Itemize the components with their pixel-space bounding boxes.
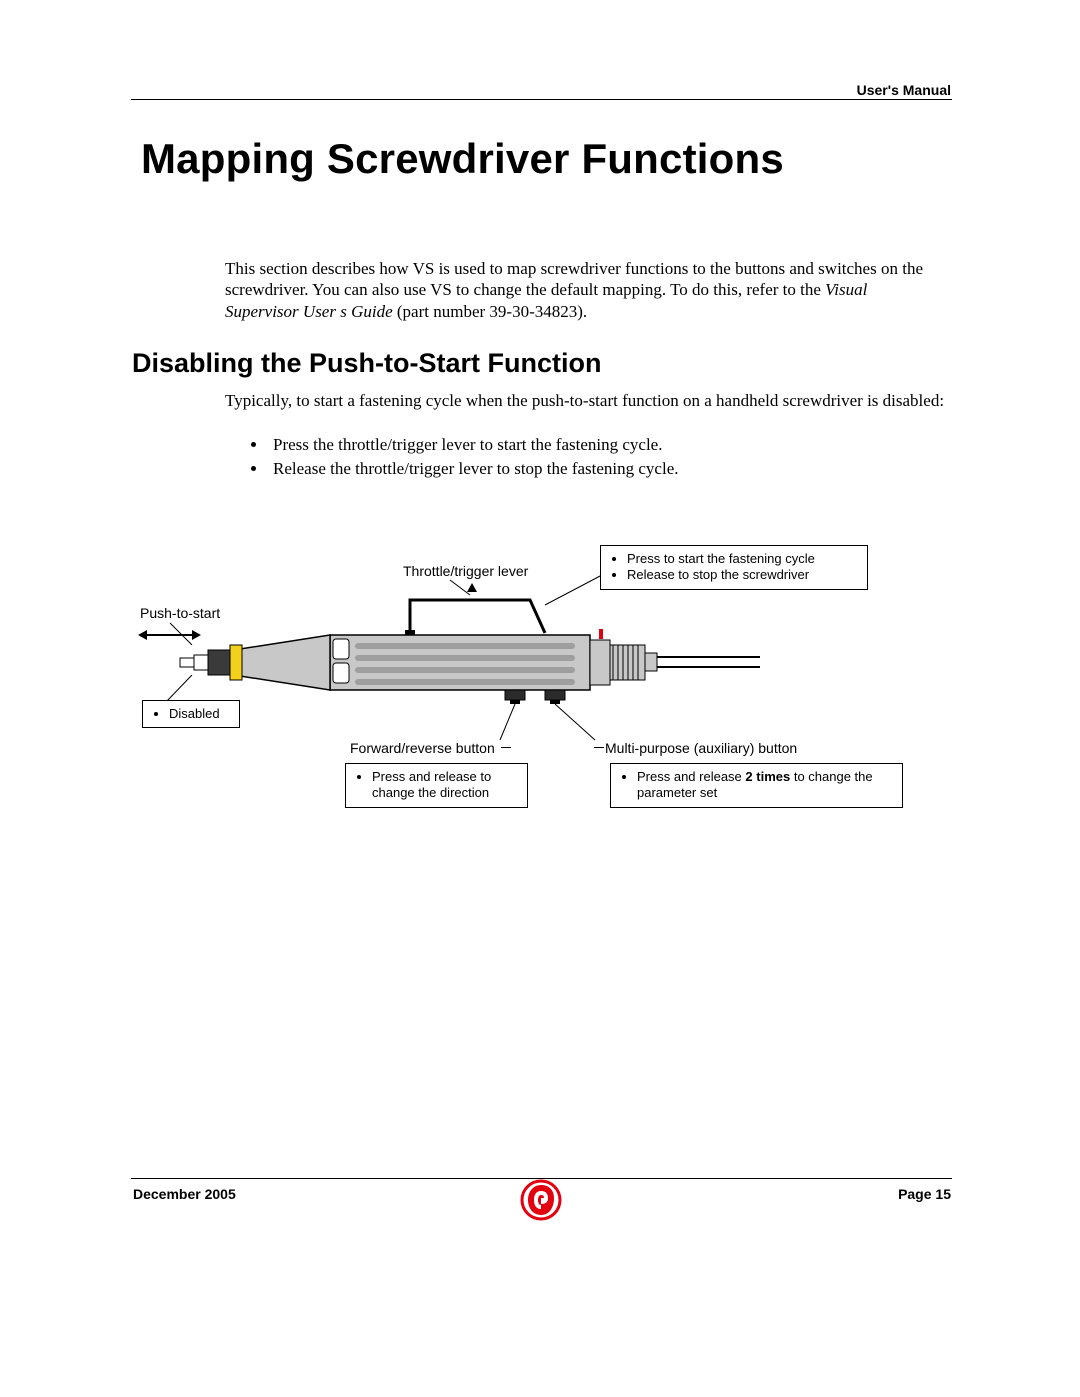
aux-button-label: Multi-purpose (auxiliary) button [605,740,797,756]
bullet-item: Release the throttle/trigger lever to st… [268,459,968,479]
leader-line [501,747,511,748]
arrow-left-icon [138,630,147,640]
intro-text-1: This section describes how VS is used to… [225,259,923,299]
arrow-line [147,634,192,636]
cp-logo-icon [520,1179,562,1221]
intro-paragraph: This section describes how VS is used to… [225,258,945,322]
throttle-label: Throttle/trigger lever [403,563,528,579]
throttle-box: Press to start the fastening cycle Relea… [600,545,868,590]
footer-date: December 2005 [133,1186,236,1202]
bullet-list: Press the throttle/trigger lever to star… [248,435,968,483]
aux-box-item: Press and release 2 times to change the … [637,769,894,802]
body-text: Typically, to start a fastening cycle wh… [225,390,945,411]
screwdriver-diagram: Push-to-start Disabled Throttle/trigger … [150,545,930,835]
push-to-start-box: Disabled [142,700,240,728]
forward-reverse-label: Forward/reverse button [350,740,495,756]
leader-line [594,747,604,748]
page-title: Mapping Screwdriver Functions [141,135,784,183]
push-to-start-label: Push-to-start [140,605,220,621]
forward-reverse-box: Press and release to change the directio… [345,763,528,808]
aux-box-text: Press and release [637,769,745,784]
arrow-up-icon [467,583,477,592]
throttle-box-item: Press to start the fastening cycle [627,551,859,567]
forward-reverse-box-item: Press and release to change the directio… [372,769,519,802]
bullet-item: Press the throttle/trigger lever to star… [268,435,968,455]
aux-box-bold: 2 times [745,769,790,784]
push-to-start-state: Disabled [169,706,231,722]
header-rule [131,99,952,100]
throttle-box-item: Release to stop the screwdriver [627,567,859,583]
intro-text-2: (part number 39-30-34823). [393,302,588,321]
header-label: User's Manual [857,82,951,98]
footer-page: Page 15 [898,1186,951,1202]
arrow-right-icon [192,630,201,640]
page: User's Manual Mapping Screwdriver Functi… [0,0,1080,1397]
aux-box: Press and release 2 times to change the … [610,763,903,808]
section-heading: Disabling the Push-to-Start Function [132,348,601,379]
